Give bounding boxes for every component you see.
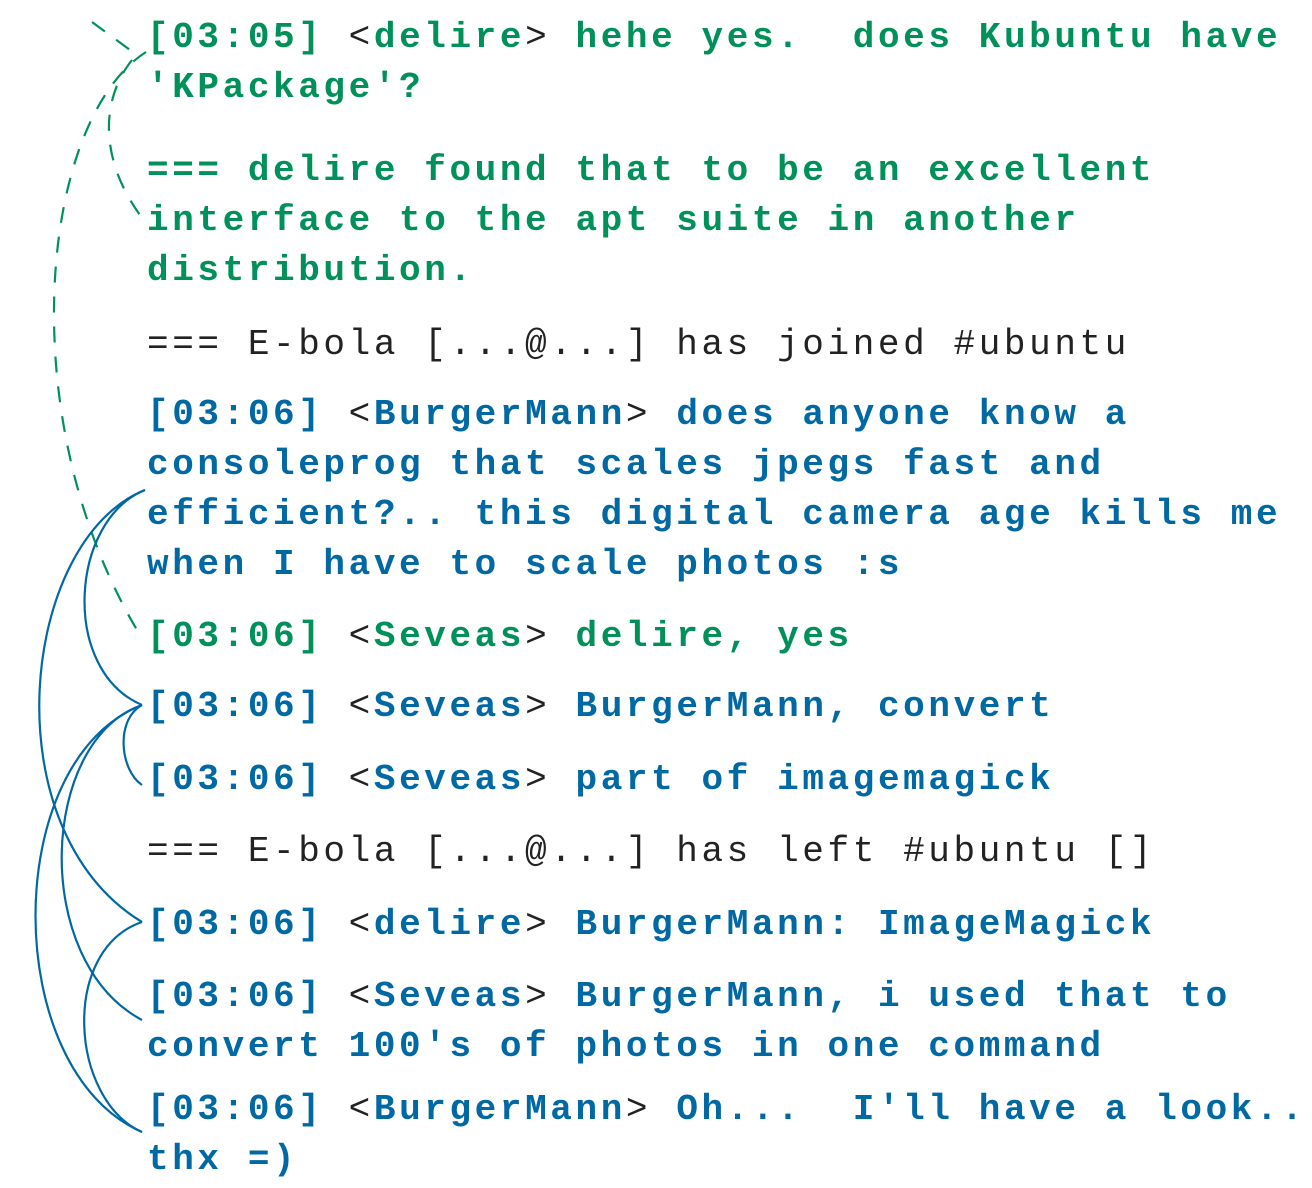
message-text: part of imagemagick [575,759,1055,800]
message-text: consoleprog that scales jpegs fast and [147,444,1105,485]
timestamp: [03:05] [147,17,349,58]
message-line: [03:06] <BurgerMann> does anyone know a [147,390,1281,440]
timestamp: [03:06] [147,616,349,657]
message-text: === E-bola [...@...] has joined #ubuntu [147,324,1130,365]
link-convert-to-usedthat [60,703,143,1021]
message-text: convert 100's of photos in one command [147,1026,1105,1067]
message-line: [03:06] <Seveas> part of imagemagick [147,755,1054,805]
message-text: when I have to scale photos :s [147,544,904,585]
link-0305-to-seveas-yes [53,51,147,636]
message-text: 'KPackage'? [147,67,425,108]
message-text: thx =) [147,1139,299,1180]
message-line: convert 100's of photos in one command [147,1022,1231,1072]
chat-message: [03:06] <Seveas> delire, yes [147,612,853,662]
message-text: BurgerMann, convert [575,686,1055,727]
message-text: Oh... I'll have a look.. [676,1089,1307,1130]
nick-bracket: < [348,616,374,657]
chat-message: [03:06] <BurgerMann> does anyone know ac… [147,390,1281,590]
timestamp: [03:06] [147,1089,349,1130]
message-line: thx =) [147,1135,1306,1185]
nick-bracket: > [525,759,576,800]
link-top-tick [91,21,131,51]
timestamp: [03:06] [147,394,349,435]
nick-bracket: < [348,759,374,800]
message-line: interface to the apt suite in another [147,196,1155,246]
message-line: [03:06] <BurgerMann> Oh... I'll have a l… [147,1085,1306,1135]
nick-bracket: > [525,976,576,1017]
message-text: === E-bola [...@...] has left #ubuntu [] [147,831,1156,872]
message-text: interface to the apt suite in another [147,200,1080,241]
timestamp: [03:06] [147,759,349,800]
green-thread-links [53,21,147,636]
chat-message: [03:06] <Seveas> part of imagemagick [147,755,1054,805]
nick-bracket: < [348,904,374,945]
nick: delire [373,904,526,945]
blue-thread-links [34,488,146,1134]
message-line: === E-bola [...@...] has left #ubuntu [] [147,827,1155,877]
nick: Seveas [373,976,526,1017]
message-line: consoleprog that scales jpegs fast and [147,440,1281,490]
link-burgermann-to-convert [83,488,146,707]
nick-bracket: < [348,394,374,435]
link-convert-to-oh [34,703,143,1134]
link-imagemagick-to-oh [83,920,143,1134]
chat-message: [03:06] <Seveas> BurgerMann, i used that… [147,972,1231,1072]
message-line: [03:06] <delire> BurgerMann: ImageMagick [147,900,1155,950]
message-text: === delire found that to be an excellent [147,150,1156,191]
chat-message: === delire found that to be an excellent… [147,146,1155,296]
message-line: 'KPackage'? [147,63,1281,113]
message-line: [03:05] <delire> hehe yes. does Kubuntu … [147,13,1281,63]
message-line: distribution. [147,246,1155,296]
nick-bracket: > [525,616,576,657]
nick-bracket: > [525,904,576,945]
nick: delire [373,17,526,58]
message-text: delire, yes [575,616,853,657]
nick-bracket: < [348,686,374,727]
message-text: efficient?.. this digital camera age kil… [147,494,1282,535]
chat-thread-diagram: [03:05] <delire> hehe yes. does Kubuntu … [0,0,1312,1188]
message-line: === E-bola [...@...] has joined #ubuntu [147,320,1130,370]
message-text: hehe yes. does Kubuntu have [575,17,1282,58]
message-line: [03:06] <Seveas> BurgerMann, i used that… [147,972,1231,1022]
nick-bracket: > [625,394,677,435]
link-convert-to-part [122,704,143,786]
timestamp: [03:06] [147,904,349,945]
nick-bracket: > [525,686,576,727]
nick: Seveas [373,616,526,657]
message-line: when I have to scale photos :s [147,540,1281,590]
timestamp: [03:06] [147,686,349,727]
nick: Seveas [373,759,526,800]
message-line: === delire found that to be an excellent [147,146,1155,196]
message-line: efficient?.. this digital camera age kil… [147,490,1281,540]
nick: BurgerMann [373,1089,626,1130]
message-line: [03:06] <Seveas> BurgerMann, convert [147,682,1054,732]
message-text: distribution. [147,250,475,291]
nick-bracket: > [525,17,576,58]
chat-message: [03:06] <Seveas> BurgerMann, convert [147,682,1054,732]
chat-message: [03:06] <BurgerMann> Oh... I'll have a l… [147,1085,1306,1185]
nick-bracket: < [348,1089,374,1130]
message-text: BurgerMann: ImageMagick [575,904,1156,945]
nick-bracket: > [625,1089,677,1130]
message-line: [03:06] <Seveas> delire, yes [147,612,853,662]
chat-message: [03:06] <delire> BurgerMann: ImageMagick [147,900,1155,950]
message-text: BurgerMann, i used that to [575,976,1231,1017]
message-text: does anyone know a [676,394,1130,435]
nick-bracket: < [348,17,374,58]
system-message: === E-bola [...@...] has left #ubuntu [] [147,827,1155,877]
timestamp: [03:06] [147,976,349,1017]
nick: Seveas [373,686,526,727]
nick: BurgerMann [373,394,626,435]
nick-bracket: < [348,976,374,1017]
system-message: === E-bola [...@...] has joined #ubuntu [147,320,1130,370]
chat-message: [03:05] <delire> hehe yes. does Kubuntu … [147,13,1281,113]
